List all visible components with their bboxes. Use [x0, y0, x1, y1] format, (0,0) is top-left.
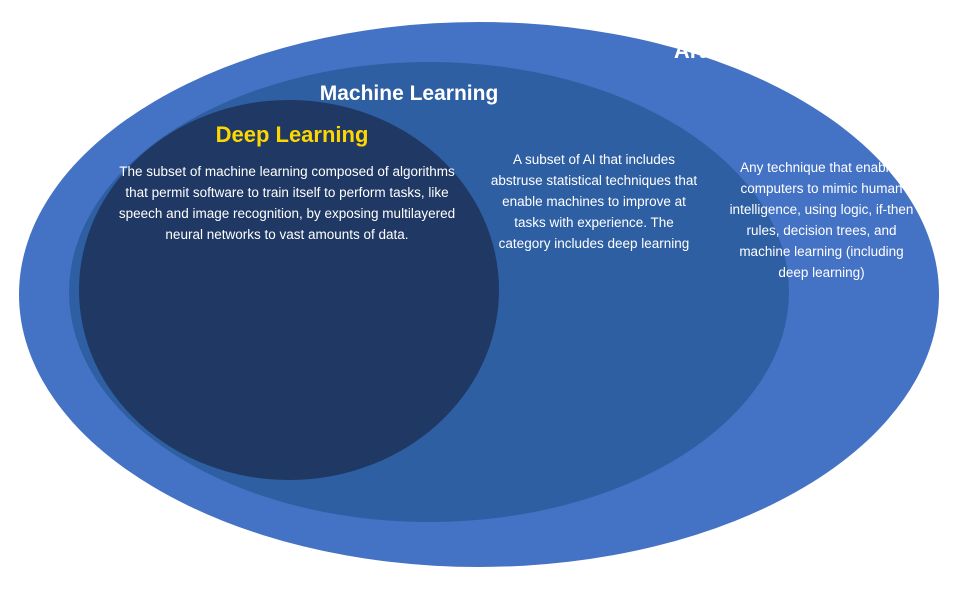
dl-description-text: The subset of machine learning composed …	[87, 162, 487, 246]
dl-title: Deep Learning	[97, 122, 487, 148]
diagram-container: Artificial Intelligence Machine Learning…	[9, 10, 949, 580]
ml-description-text: A subset of AI that includes abstruse st…	[489, 150, 699, 255]
dl-ellipse	[79, 100, 499, 480]
ml-title: Machine Learning	[259, 82, 559, 106]
ai-title: Artificial Intelligence	[674, 38, 889, 64]
ai-description-text: Any technique that enables computers to …	[724, 158, 919, 284]
